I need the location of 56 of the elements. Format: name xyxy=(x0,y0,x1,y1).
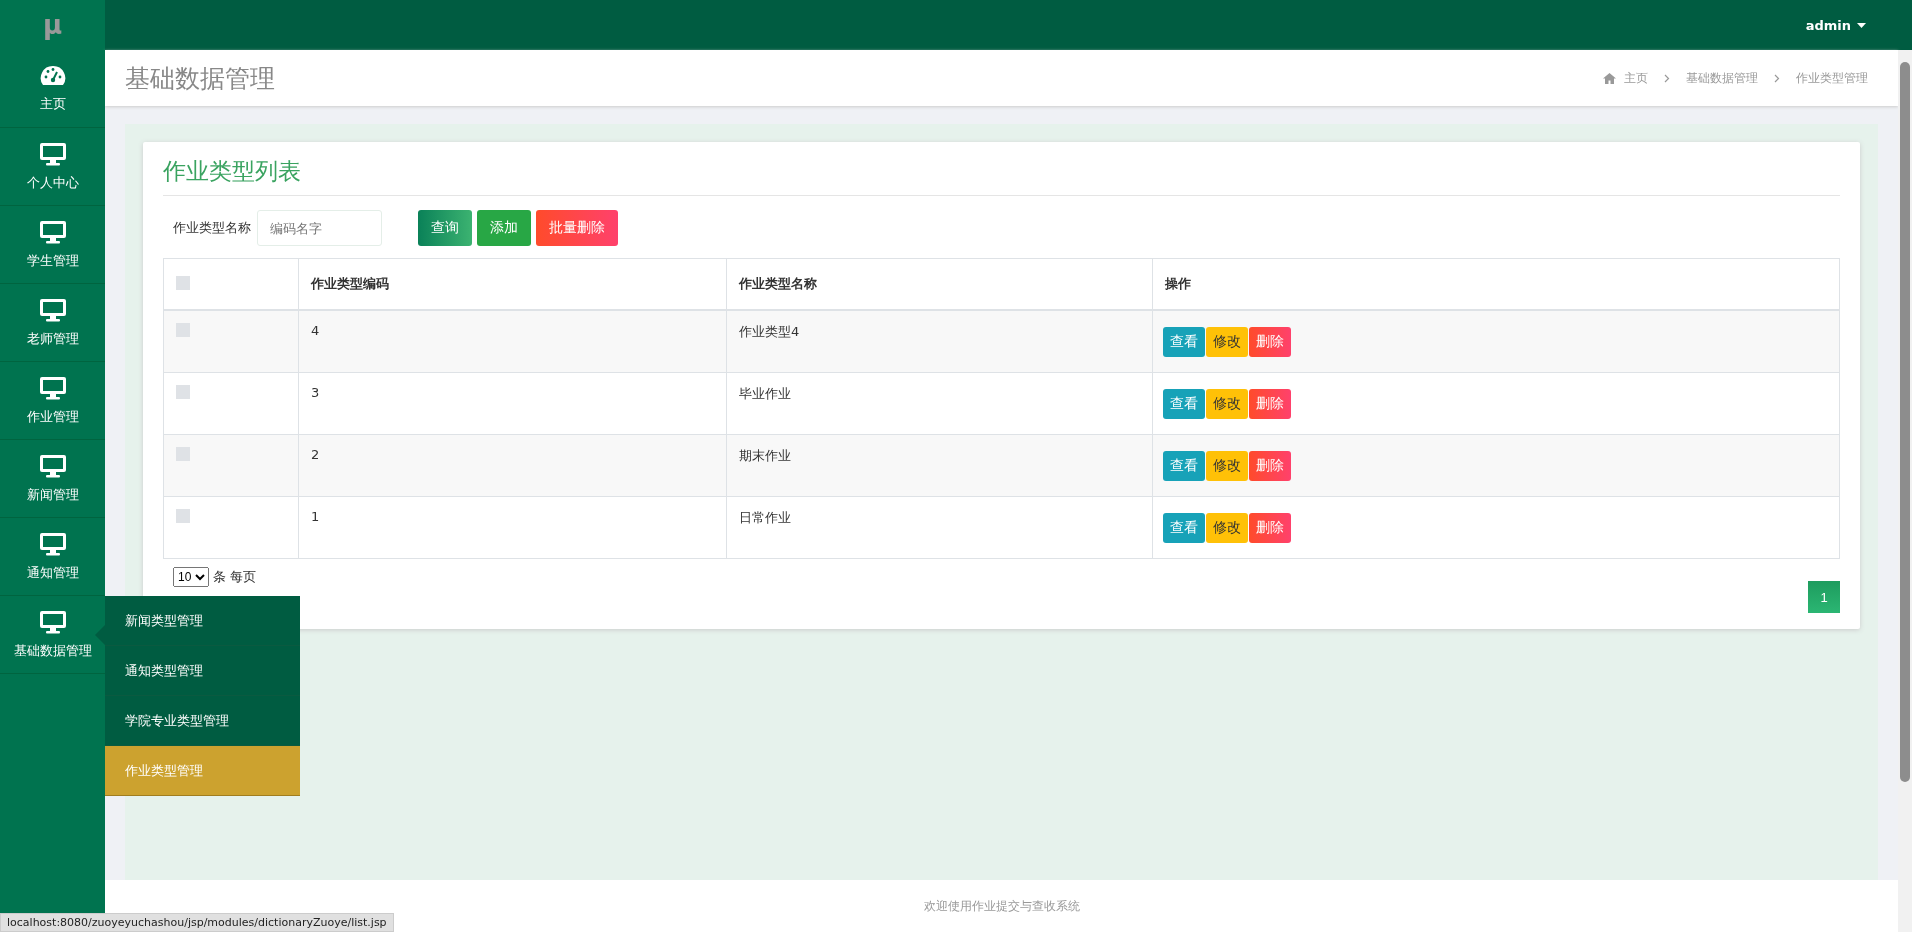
table-cell: 3 xyxy=(298,372,727,435)
page-size-label: 条 每页 xyxy=(213,568,257,586)
table-cell: 作业类型4 xyxy=(726,310,1153,373)
action-button[interactable]: 查看 xyxy=(1163,326,1205,357)
action-button[interactable]: 删除 xyxy=(1249,450,1291,481)
scrollbar[interactable] xyxy=(1898,50,1912,932)
table-cell: 期末作业 xyxy=(726,434,1153,497)
status-bar: localhost:8080/zuoyeyuchashou/jsp/modules/dictionaryZuoye/list.jsp xyxy=(0,913,394,932)
monitor-icon xyxy=(38,531,67,556)
delete-button[interactable]: 批量删除 xyxy=(536,210,618,246)
checkbox[interactable] xyxy=(176,275,190,290)
monitor-icon xyxy=(38,141,67,166)
search-button[interactable]: 查询 xyxy=(418,210,472,246)
logo: μ xyxy=(0,0,105,50)
table-cell: 2 xyxy=(298,434,727,497)
monitor-icon xyxy=(38,609,67,634)
page-button[interactable]: 1 xyxy=(1808,581,1840,613)
separator-icon xyxy=(1664,73,1670,83)
breadcrumb-link[interactable]: 主页 xyxy=(1624,69,1648,87)
table-cell: 1 xyxy=(298,496,727,559)
checkbox[interactable] xyxy=(176,509,190,523)
caret-icon xyxy=(1857,22,1866,28)
action-button[interactable]: 删除 xyxy=(1249,388,1291,419)
separator-icon xyxy=(1774,73,1780,83)
action-button[interactable]: 查看 xyxy=(1163,388,1205,419)
page-size-select[interactable]: 10 xyxy=(173,567,209,587)
action-button[interactable]: 修改 xyxy=(1206,450,1248,481)
user-menu[interactable]: admin xyxy=(1799,16,1872,34)
table-cell: 4 xyxy=(298,310,727,373)
footer-text: 欢迎使用作业提交与查收系统 xyxy=(923,897,1080,915)
action-button[interactable]: 修改 xyxy=(1206,512,1248,543)
monitor-icon xyxy=(38,453,67,478)
card-title: 作业类型列表 xyxy=(163,156,1840,196)
action-button[interactable]: 修改 xyxy=(1206,326,1248,357)
action-button[interactable]: 删除 xyxy=(1249,326,1291,357)
action-button[interactable]: 查看 xyxy=(1163,450,1205,481)
checkbox[interactable] xyxy=(176,323,190,337)
pointer-icon xyxy=(95,625,105,645)
checkbox[interactable] xyxy=(176,447,190,461)
dashboard-icon xyxy=(39,64,66,87)
home-icon xyxy=(1603,72,1616,84)
checkbox[interactable] xyxy=(176,385,190,399)
search-label: 作业类型名称 xyxy=(173,219,251,237)
action-button[interactable]: 修改 xyxy=(1206,388,1248,419)
action-button[interactable]: 删除 xyxy=(1249,512,1291,543)
monitor-icon xyxy=(38,219,67,244)
breadcrumb-link[interactable]: 基础数据管理 xyxy=(1686,69,1758,87)
action-button[interactable]: 查看 xyxy=(1163,512,1205,543)
page-title: 基础数据管理 xyxy=(125,62,275,95)
search-field[interactable]: 编码名字 xyxy=(257,210,382,246)
monitor-icon xyxy=(38,375,67,400)
table-cell: 毕业作业 xyxy=(726,372,1153,435)
breadcrumb-link[interactable]: 作业类型管理 xyxy=(1796,69,1868,87)
table-cell: 日常作业 xyxy=(726,496,1153,559)
monitor-icon xyxy=(38,297,67,322)
add-button[interactable]: 添加 xyxy=(477,210,531,246)
